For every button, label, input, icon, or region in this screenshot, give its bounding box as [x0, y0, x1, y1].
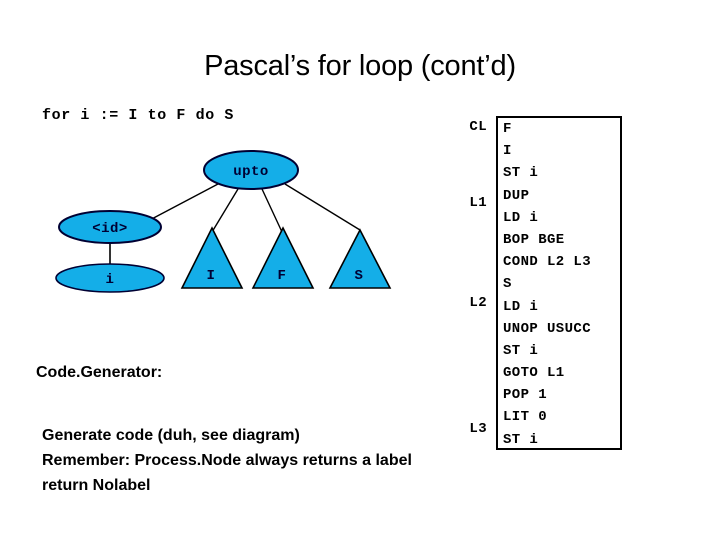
code-line: DUP: [503, 187, 530, 204]
edge-upto-to-I: [211, 188, 239, 233]
code-line: ST i: [503, 342, 539, 359]
code-line: I: [503, 143, 512, 160]
code-label: L3: [469, 421, 487, 438]
subtree-label-I: I: [207, 268, 216, 284]
code-line: GOTO L1: [503, 365, 565, 382]
code-label: L2: [469, 295, 487, 312]
parse-tree-svg: upto <id> i I F S: [55, 150, 392, 293]
code-line: BOP BGE: [503, 231, 565, 248]
edge-upto-to-S: [284, 183, 361, 231]
edge-upto-to-F: [261, 188, 283, 233]
code-label: [455, 163, 493, 188]
node-upto-label: upto: [233, 164, 269, 180]
code-line: LIT 0: [503, 409, 548, 426]
code-label: [455, 340, 493, 365]
subtree-label-S: S: [355, 268, 364, 284]
code-label: [455, 440, 493, 465]
notes-line: Remember: Process.Node always returns a …: [42, 452, 412, 469]
code-label: [455, 315, 493, 340]
notes-line: return Nolabel: [42, 477, 151, 494]
code-label: [455, 365, 493, 390]
code-line: POP 1: [503, 387, 548, 404]
subtree-label-F: F: [278, 268, 287, 284]
notes-body: Generate code (duh, see diagram) Remembe…: [42, 423, 412, 498]
code-line: LD i: [503, 298, 539, 315]
generated-code-listing: CL L1 L2 L3 F I ST i DUP LD i BOP BGE CO…: [455, 113, 630, 458]
code-label: L1: [469, 194, 487, 211]
code-box: F I ST i DUP LD i BOP BGE COND L2 L3 S L…: [496, 116, 622, 450]
code-label: [455, 466, 493, 491]
code-label: [455, 390, 493, 415]
parse-tree-diagram: upto <id> i I F S: [0, 0, 460, 320]
node-i-label: i: [106, 272, 115, 288]
code-line: S: [503, 276, 512, 293]
code-label: [455, 239, 493, 264]
code-label-column: CL L1 L2 L3: [455, 113, 493, 458]
code-label: [455, 264, 493, 289]
edge-upto-to-id: [145, 183, 219, 223]
code-label: [455, 138, 493, 163]
node-id-label: <id>: [92, 221, 128, 237]
code-line: UNOP USUCC: [503, 320, 592, 337]
code-line: F: [503, 121, 512, 137]
code-line: ST i: [503, 431, 539, 448]
slide-canvas: Pascal’s for loop (cont’d) for i := I to…: [0, 0, 720, 540]
code-line: COND L2 L3: [503, 254, 592, 271]
notes-line: Generate code (duh, see diagram): [42, 427, 300, 444]
code-label: CL: [469, 119, 487, 135]
notes-heading: Code.Generator:: [36, 364, 163, 381]
code-label: [455, 214, 493, 239]
code-line: LD i: [503, 209, 539, 226]
code-line: ST i: [503, 165, 539, 182]
